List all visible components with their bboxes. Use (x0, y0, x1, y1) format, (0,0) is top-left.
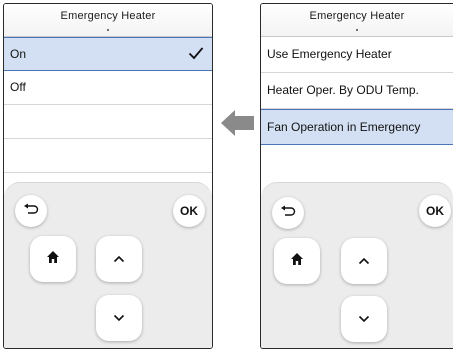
empty-row (4, 105, 212, 139)
ok-button[interactable]: OK (173, 195, 205, 227)
option-off[interactable]: Off (4, 71, 212, 105)
ok-button[interactable]: OK (419, 195, 451, 227)
screen-title: Emergency Heater (60, 10, 156, 22)
down-button[interactable] (341, 296, 387, 342)
ok-label: OK (180, 204, 198, 218)
home-button[interactable] (274, 238, 320, 284)
option-on[interactable]: On (4, 37, 212, 71)
control-panel: OK (4, 182, 212, 348)
title-bar: Emergency Heater (261, 4, 453, 37)
menu-list: Use Emergency Heater Heater Oper. By ODU… (261, 37, 453, 145)
arrow-head (221, 110, 235, 136)
back-button[interactable] (15, 195, 47, 227)
menu-item-label: Fan Operation in Emergency (267, 120, 421, 134)
down-button[interactable] (96, 295, 142, 341)
check-icon (188, 46, 204, 65)
chevron-down-icon (113, 309, 125, 327)
up-button[interactable] (341, 238, 387, 284)
menu-item-heater-oper-by-odu-temp[interactable]: Heater Oper. By ODU Temp. (261, 73, 453, 109)
home-icon (290, 252, 304, 271)
title-dot (107, 29, 109, 31)
ok-label: OK (426, 204, 444, 218)
control-panel: OK (261, 182, 453, 348)
menu-item-label: Use Emergency Heater (267, 47, 392, 61)
arrow-body (235, 116, 254, 130)
back-button[interactable] (272, 197, 304, 229)
screen-title: Emergency Heater (309, 10, 405, 22)
option-label: On (10, 47, 27, 61)
up-button[interactable] (96, 236, 142, 282)
title-bar: Emergency Heater (4, 4, 212, 37)
option-list: On Off (4, 37, 212, 173)
option-label: Off (10, 80, 26, 94)
menu-item-label: Heater Oper. By ODU Temp. (267, 83, 419, 97)
menu-item-use-emergency-heater[interactable]: Use Emergency Heater (261, 37, 453, 73)
left-screen: Emergency Heater On Off OK (3, 3, 213, 349)
chevron-down-icon (358, 310, 370, 328)
menu-item-fan-operation-in-emergency[interactable]: Fan Operation in Emergency (261, 109, 453, 145)
right-screen: Emergency Heater Use Emergency Heater He… (260, 3, 453, 349)
chevron-up-icon (113, 250, 125, 268)
back-arrow-icon (23, 202, 39, 220)
home-icon (46, 250, 60, 269)
back-arrow-icon (280, 204, 296, 222)
empty-row (4, 139, 212, 173)
home-button[interactable] (30, 236, 76, 282)
title-dot (356, 29, 358, 31)
chevron-up-icon (358, 252, 370, 270)
